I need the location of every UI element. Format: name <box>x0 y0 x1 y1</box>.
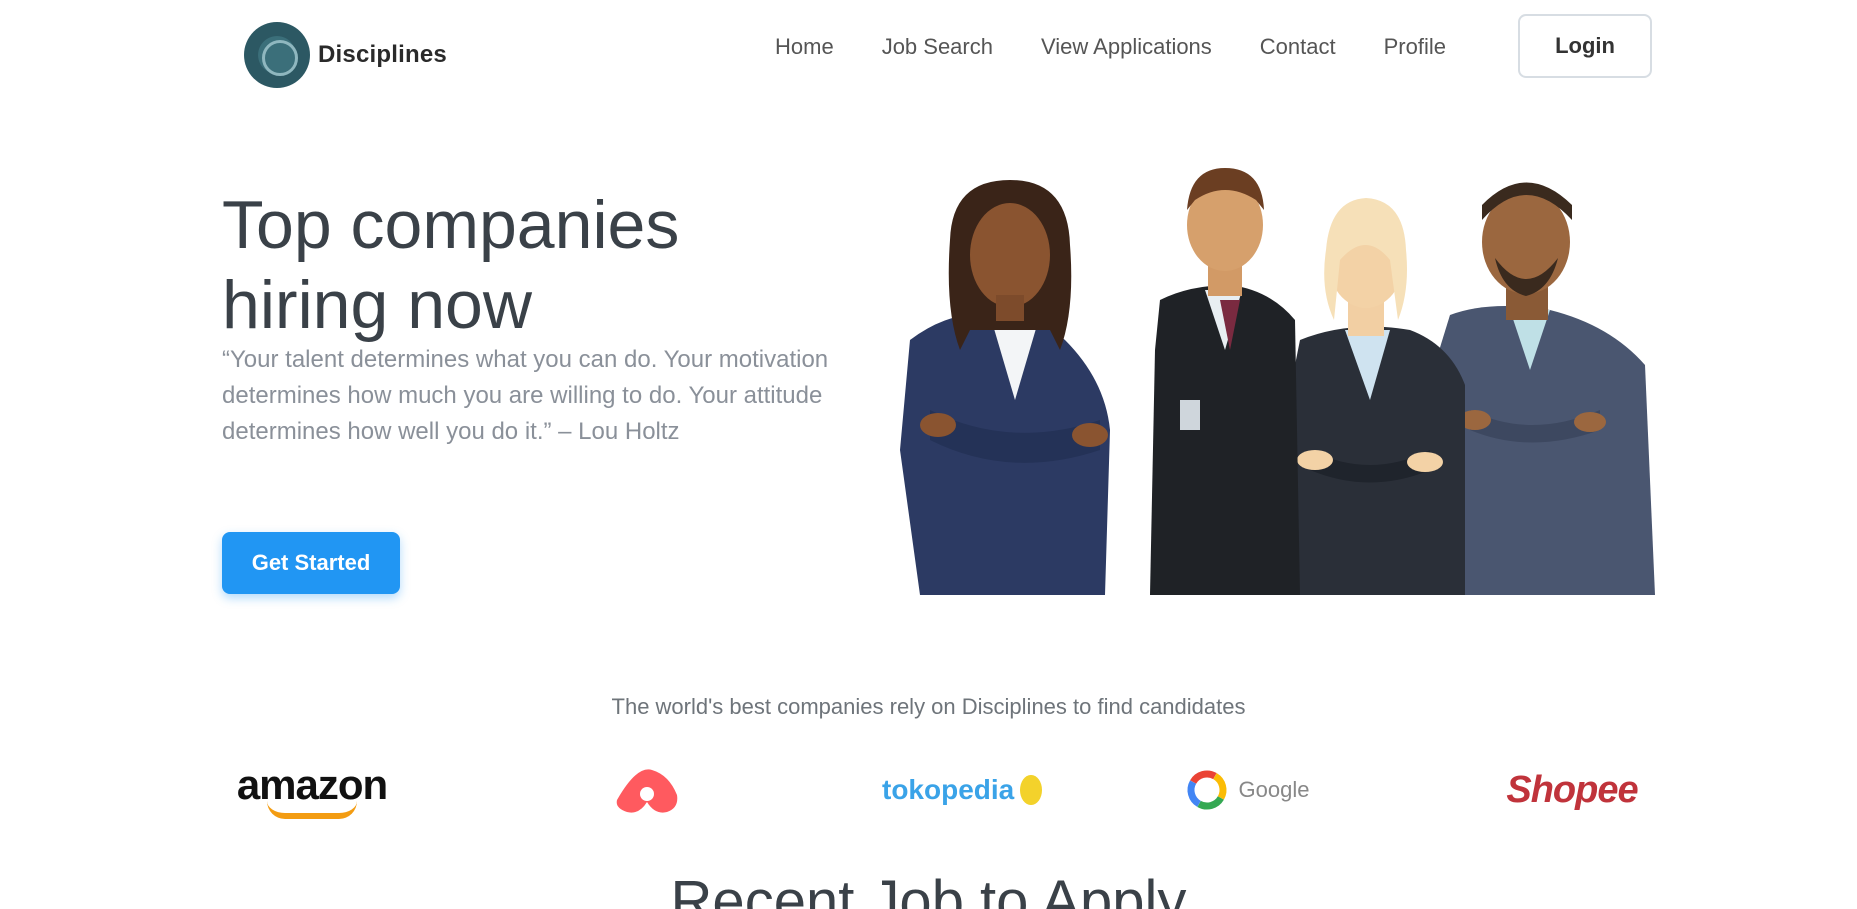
recent-jobs-title: Recent Job to Apply <box>670 869 1187 909</box>
brand-logo <box>244 22 310 88</box>
get-started-button[interactable]: Get Started <box>222 532 400 594</box>
nav-link-home[interactable]: Home <box>775 34 834 60</box>
shopee-logo: Shopee <box>1492 750 1652 830</box>
google-wordmark: Google <box>1238 777 1310 802</box>
nav-link-view-applications[interactable]: View Applications <box>1041 34 1212 60</box>
person-left-woman <box>900 180 1110 595</box>
hero-title: Top companies hiring now <box>222 187 680 343</box>
nav-links: Home Job Search View Applications Contac… <box>775 34 1494 60</box>
nav-link-contact[interactable]: Contact <box>1260 34 1336 60</box>
tokopedia-logo: tokopedia <box>882 750 1042 830</box>
top-navbar: Disciplines Home Job Search View Applica… <box>0 0 1857 95</box>
login-button[interactable]: Login <box>1518 14 1652 78</box>
companies-caption: The world's best companies rely on Disci… <box>611 694 1246 719</box>
google-logo: Google <box>1182 750 1312 830</box>
google-g-icon <box>1187 770 1227 810</box>
hero-quote: “Your talent determines what you can do.… <box>222 346 829 445</box>
person-center-man <box>1150 168 1300 595</box>
brand[interactable]: Disciplines <box>244 22 447 88</box>
amazon-logo: amazon <box>222 750 402 830</box>
nav-link-profile[interactable]: Profile <box>1384 34 1446 60</box>
brand-name: Disciplines <box>318 41 447 68</box>
business-team-illustration <box>900 168 1655 595</box>
amazon-smile-icon <box>267 801 357 819</box>
tokopedia-wordmark: tokopedia <box>882 774 1015 805</box>
nav-link-job-search[interactable]: Job Search <box>882 34 993 60</box>
company-logos: amazon tokopedia Google Shopee <box>222 750 1652 830</box>
tokopedia-mascot-icon <box>1020 775 1042 805</box>
airbnb-icon <box>616 769 678 813</box>
person-blonde <box>1285 198 1465 595</box>
shopee-wordmark: Shopee <box>1506 768 1638 811</box>
airbnb-logo <box>592 750 702 830</box>
